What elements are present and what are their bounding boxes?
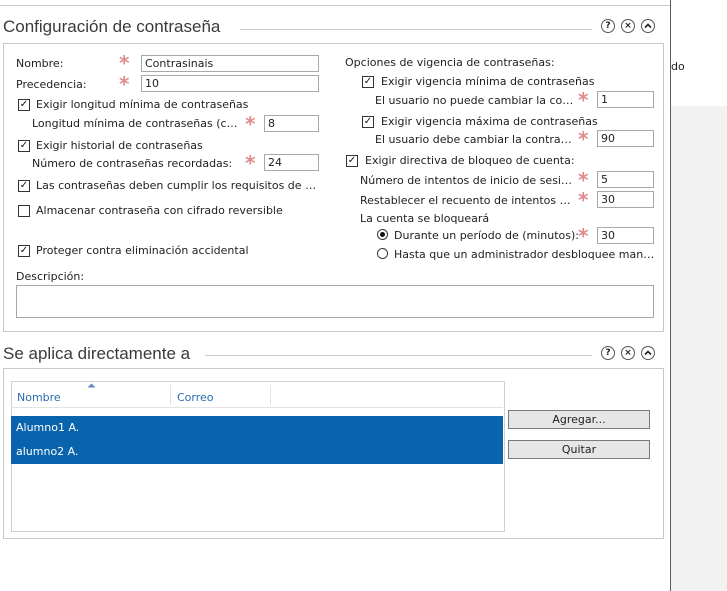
protect-check-label: Proteger contra eliminación accidental xyxy=(36,244,249,257)
sort-asc-icon xyxy=(87,383,96,388)
admin-radio[interactable] xyxy=(377,248,388,259)
nombre-input[interactable]: Contrasinais xyxy=(141,55,319,72)
top-edge xyxy=(0,0,670,6)
description-textarea[interactable] xyxy=(16,285,654,318)
locked-title: La cuenta se bloqueará xyxy=(360,212,490,225)
right-pane-grey-area xyxy=(671,106,727,591)
description-label: Descripción: xyxy=(16,270,85,283)
column-divider xyxy=(270,385,271,405)
required-icon: * xyxy=(578,224,589,248)
history-check-label: Exigir historial de contraseñas xyxy=(36,139,203,152)
close-icon[interactable]: × xyxy=(621,346,635,360)
list-item[interactable]: alumno2 A. xyxy=(11,440,503,464)
admin-radio-label: Hasta que un administrador desbloquee ma… xyxy=(394,248,656,261)
reversible-checkbox[interactable] xyxy=(18,205,30,217)
max-age-checkbox[interactable]: ✓ xyxy=(362,116,374,128)
list-item[interactable]: Alumno1 A. xyxy=(11,416,503,440)
min-length-input[interactable]: 8 xyxy=(264,115,319,132)
lockout-check-label: Exigir directiva de bloqueo de cuenta: xyxy=(365,154,575,167)
min-age-checkbox[interactable]: ✓ xyxy=(362,76,374,88)
reversible-check-label: Almacenar contraseña con cifrado reversi… xyxy=(36,204,283,217)
collapse-icon[interactable] xyxy=(641,19,655,33)
duration-radio[interactable] xyxy=(377,229,388,240)
max-age-label: El usuario debe cambiar la contrase... xyxy=(375,133,575,146)
applies-section-title: Se aplica directamente a xyxy=(3,344,191,363)
add-button[interactable]: Agregar... xyxy=(508,410,650,429)
min-age-check-label: Exigir vigencia mínima de contraseñas xyxy=(381,75,595,88)
complexity-checkbox[interactable]: ✓ xyxy=(18,180,30,192)
required-icon: * xyxy=(245,112,256,136)
protect-checkbox[interactable]: ✓ xyxy=(18,245,30,257)
min-length-check-label: Exigir longitud mínima de contraseñas xyxy=(36,98,249,111)
attempts-input[interactable]: 5 xyxy=(597,171,654,188)
close-icon[interactable]: × xyxy=(621,19,635,33)
history-checkbox[interactable]: ✓ xyxy=(18,140,30,152)
help-icon[interactable]: ? xyxy=(601,346,615,360)
config-title-line xyxy=(240,29,592,30)
reset-label: Restablecer el recuento de intentos de..… xyxy=(360,194,575,207)
precedencia-input[interactable]: 10 xyxy=(141,75,319,92)
required-icon: * xyxy=(245,151,256,175)
reset-input[interactable]: 30 xyxy=(597,191,654,208)
history-label: Número de contraseñas recordadas: xyxy=(32,157,233,170)
required-icon: * xyxy=(119,72,130,96)
duration-radio-label: Durante un período de (minutos): xyxy=(394,229,579,242)
list-header xyxy=(11,381,503,408)
min-length-label: Longitud mínima de contraseñas (cara... xyxy=(32,117,242,130)
right-pane: do xyxy=(670,0,727,591)
duration-input[interactable]: 30 xyxy=(597,227,654,244)
required-icon: * xyxy=(578,127,589,151)
precedencia-label: Precedencia: xyxy=(16,78,87,91)
min-age-label: El usuario no puede cambiar la cont... xyxy=(375,94,575,107)
max-age-input[interactable]: 90 xyxy=(597,130,654,147)
complexity-check-label: Las contraseñas deben cumplir los requis… xyxy=(36,179,320,192)
column-divider xyxy=(170,385,171,405)
applies-title-line xyxy=(205,355,592,356)
required-icon: * xyxy=(578,88,589,112)
column-header-nombre[interactable]: Nombre xyxy=(17,391,61,404)
required-icon: * xyxy=(578,188,589,212)
right-pane-text: do xyxy=(671,60,685,73)
vigencia-title: Opciones de vigencia de contraseñas: xyxy=(345,56,555,69)
list-item-name: Alumno1 A. xyxy=(16,421,80,434)
required-icon: * xyxy=(578,168,589,192)
lockout-checkbox[interactable]: ✓ xyxy=(346,155,358,167)
list-item-name: alumno2 A. xyxy=(16,445,79,458)
help-icon[interactable]: ? xyxy=(601,19,615,33)
column-header-correo[interactable]: Correo xyxy=(177,391,214,404)
config-section-title: Configuración de contraseña xyxy=(3,17,221,36)
remove-button[interactable]: Quitar xyxy=(508,440,650,459)
nombre-label: Nombre: xyxy=(16,57,64,70)
max-age-check-label: Exigir vigencia máxima de contraseñas xyxy=(381,115,598,128)
history-input[interactable]: 24 xyxy=(264,154,319,171)
collapse-icon[interactable] xyxy=(641,346,655,360)
min-age-input[interactable]: 1 xyxy=(597,91,654,108)
min-length-checkbox[interactable]: ✓ xyxy=(18,99,30,111)
required-icon: * xyxy=(119,51,130,75)
attempts-label: Número de intentos de inicio de sesió... xyxy=(360,174,575,187)
